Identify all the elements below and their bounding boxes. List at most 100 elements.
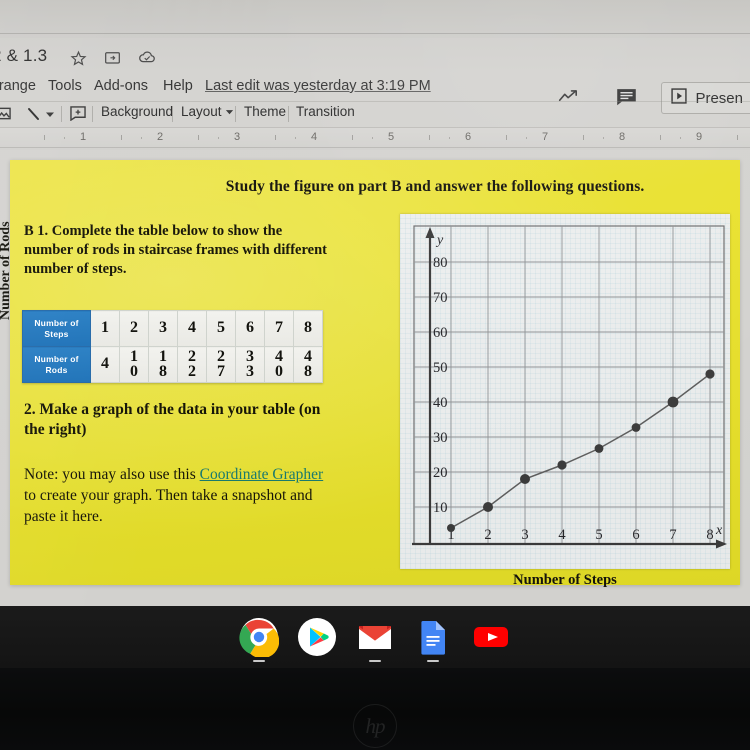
layout-label: Layout xyxy=(181,104,222,119)
chromeos-shelf xyxy=(0,606,750,668)
hp-logo: hp xyxy=(353,704,397,748)
coordinate-grapher-link[interactable]: Coordinate Grapher xyxy=(200,466,324,483)
svg-text:80: 80 xyxy=(433,255,448,271)
youtube-icon[interactable] xyxy=(471,617,511,657)
menu-item-help[interactable]: Help xyxy=(163,78,193,94)
row-header-rods: Number of Rods xyxy=(22,346,91,383)
document-title-bar: 2 & 1.3 xyxy=(0,38,750,114)
rods-table: Number of Steps 1 2 3 4 5 6 7 8 Number o… xyxy=(22,310,323,383)
x-axis xyxy=(412,539,727,549)
chevron-down-icon xyxy=(225,110,233,115)
table-cell: 8 xyxy=(293,310,323,347)
table-cell: 7 xyxy=(264,310,294,347)
svg-text:3: 3 xyxy=(521,527,528,543)
ruler-number: 4 xyxy=(310,131,318,143)
y-axis xyxy=(425,227,435,544)
question-1-text: B 1. Complete the table below to show th… xyxy=(24,223,327,278)
background-button[interactable]: Background xyxy=(101,104,173,119)
table-cell: 40 xyxy=(264,346,294,383)
ruler-number: 3 xyxy=(233,131,241,143)
ruler-number: 8 xyxy=(618,131,626,143)
svg-text:60: 60 xyxy=(433,325,448,341)
text-box-icon[interactable] xyxy=(70,106,86,126)
table-cell: 27 xyxy=(206,346,236,383)
scatter-plot-svg: 80 70 60 50 40 30 20 10 1 2 3 4 5 6 7 8 … xyxy=(412,225,727,549)
table-cell: 4 xyxy=(177,310,207,347)
table-cell: 22 xyxy=(177,346,207,383)
transition-label: Transition xyxy=(296,104,355,119)
chrome-icon[interactable] xyxy=(239,617,280,662)
last-edit-status[interactable]: Last edit was yesterday at 3:19 PM xyxy=(205,78,431,94)
table-cell: 2 xyxy=(119,310,149,347)
graph-image[interactable]: 80 70 60 50 40 30 20 10 1 2 3 4 5 6 7 8 … xyxy=(400,214,730,569)
table-cell: 3 xyxy=(148,310,178,347)
app-running-indicator xyxy=(369,660,381,662)
svg-text:4: 4 xyxy=(558,527,566,543)
note-suffix: to create your graph. Then take a snapsh… xyxy=(24,486,313,525)
note-text: Note: you may also use this Coordinate G… xyxy=(24,465,324,528)
svg-text:40: 40 xyxy=(433,395,448,411)
data-points xyxy=(447,369,715,532)
table-row-steps: Number of Steps 1 2 3 4 5 6 7 8 xyxy=(22,310,323,347)
ruler-number: 2 xyxy=(156,131,164,143)
svg-text:5: 5 xyxy=(595,527,602,543)
menu-bar: rrange Tools Add-ons Help Last edit was … xyxy=(0,76,750,102)
svg-text:7: 7 xyxy=(669,527,676,543)
table-cell: 4 xyxy=(90,346,120,383)
svg-text:20: 20 xyxy=(433,465,448,481)
ruler-number: 5 xyxy=(387,131,395,143)
grid-horizontal xyxy=(414,261,724,508)
star-icon[interactable] xyxy=(70,50,87,67)
table-cell: 48 xyxy=(293,346,323,383)
menu-item-tools[interactable]: Tools xyxy=(48,78,82,94)
gmail-icon[interactable] xyxy=(355,617,395,662)
row-header-steps: Number of Steps xyxy=(22,310,91,347)
background-label: Background xyxy=(101,104,174,119)
y-axis-letter: y xyxy=(435,233,444,248)
image-icon[interactable] xyxy=(0,106,11,126)
question-2-text: 2. Make a graph of the data in your tabl… xyxy=(24,401,321,439)
svg-text:6: 6 xyxy=(632,527,639,543)
table-cell: 10 xyxy=(119,346,149,383)
table-cell: 5 xyxy=(206,310,236,347)
slide-canvas[interactable]: Study the figure on part B and answer th… xyxy=(0,160,740,588)
table-cell: 6 xyxy=(235,310,265,347)
table-cell: 1 xyxy=(90,310,120,347)
y-axis-title: Number of Rods xyxy=(0,221,13,320)
theme-label: Theme xyxy=(244,104,287,119)
slides-toolbar: Background Layout Theme Transition xyxy=(0,102,750,128)
svg-text:30: 30 xyxy=(433,430,448,446)
cloud-saved-icon[interactable] xyxy=(138,50,156,65)
svg-text:70: 70 xyxy=(433,290,448,306)
app-running-indicator xyxy=(427,660,439,662)
x-axis-title: Number of Steps xyxy=(513,572,617,588)
svg-text:8: 8 xyxy=(706,527,713,543)
menu-item-add-ons[interactable]: Add-ons xyxy=(94,78,148,94)
app-running-indicator xyxy=(253,660,265,662)
svg-text:2: 2 xyxy=(484,527,491,543)
laptop-screen: 2 & 1.3 xyxy=(0,0,750,606)
slide-title: Study the figure on part B and answer th… xyxy=(225,178,645,195)
transition-button[interactable]: Transition xyxy=(296,104,355,119)
y-tick-labels: 80 70 60 50 40 30 20 10 xyxy=(433,255,448,516)
play-store-icon[interactable] xyxy=(297,617,337,657)
theme-button[interactable]: Theme xyxy=(244,104,286,119)
svg-text:10: 10 xyxy=(433,500,448,516)
horizontal-ruler[interactable]: 1 2 3 4 5 6 7 8 9 xyxy=(0,128,750,150)
menu-item-arrange[interactable]: rrange xyxy=(0,78,36,94)
ruler-number: 1 xyxy=(79,131,87,143)
table-row-rods: Number of Rods 4 10 18 22 27 33 40 48 xyxy=(22,346,323,383)
table-cell: 33 xyxy=(235,346,265,383)
line-dropdown-caret-icon[interactable] xyxy=(45,106,55,124)
x-axis-letter: x xyxy=(715,523,723,538)
move-to-folder-icon[interactable] xyxy=(104,50,121,65)
ruler-number: 9 xyxy=(695,131,703,143)
layout-button[interactable]: Layout xyxy=(181,104,234,119)
google-docs-icon[interactable] xyxy=(413,617,453,662)
document-title[interactable]: 2 & 1.3 xyxy=(0,46,47,66)
line-tool-icon[interactable] xyxy=(26,106,42,127)
ruler-number: 6 xyxy=(464,131,472,143)
screenshot-root: 2 & 1.3 xyxy=(0,0,750,750)
laptop-bezel: hp xyxy=(0,668,750,750)
grid-vertical xyxy=(450,226,711,544)
